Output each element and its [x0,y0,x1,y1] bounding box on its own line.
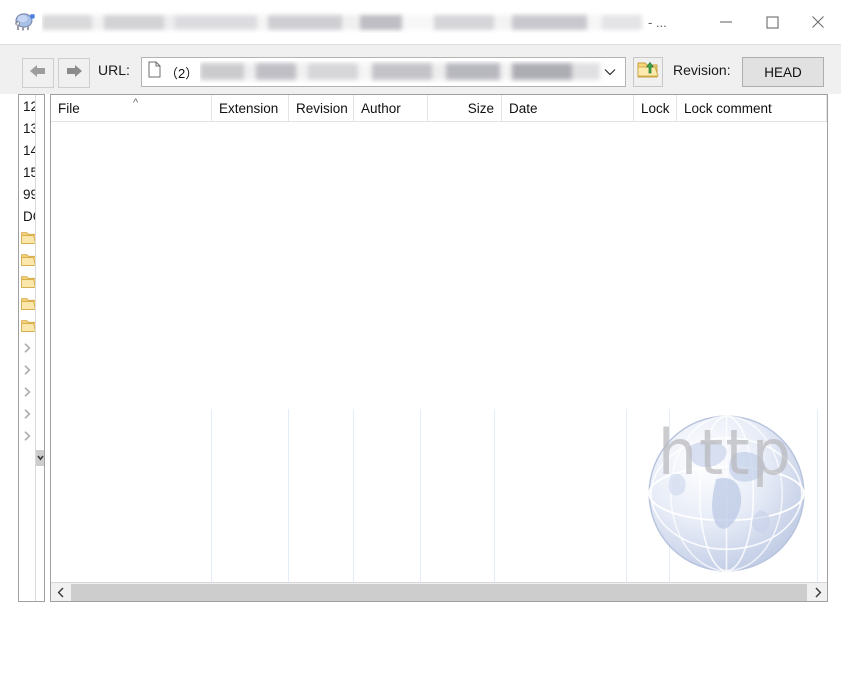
back-button[interactable] [22,58,54,88]
file-list-header: File ^ Extension Revision Author Size Date Lock… [51,95,827,122]
hscroll-thumb[interactable] [71,583,807,601]
column-grid-line [211,409,212,582]
url-prefix: （2） [165,65,199,81]
column-header-file[interactable]: File ^ [51,95,212,122]
window-title-redacted [42,14,642,30]
chevron-right-icon [814,587,821,597]
forward-button[interactable] [58,58,90,88]
tree-vertical-scrollbar[interactable] [35,95,44,601]
column-grid-line [494,409,495,582]
repository-browser-window: - ... URL: （2） Revision: HEAD 12 13 14 1… [0,0,841,676]
hscroll-right-button[interactable] [808,583,827,601]
close-button[interactable] [795,0,841,44]
chevron-right-icon [24,431,31,441]
document-icon [148,61,161,83]
folder-icon [21,320,36,332]
column-header-label: Extension [219,101,279,116]
column-grid-line [288,409,289,582]
column-header-extension[interactable]: Extension [212,95,289,122]
column-header-label: Lock [641,101,670,116]
revision-head-button[interactable]: HEAD [742,57,824,87]
maximize-button[interactable] [749,0,795,44]
column-header-date[interactable]: Date [502,95,634,122]
url-input[interactable]: （2） [141,57,626,87]
column-grid-line [817,409,818,582]
chevron-right-icon [24,343,31,353]
url-value-redacted [200,63,601,80]
tortoise-svn-icon [12,9,38,35]
folder-icon [21,254,36,266]
minimize-button[interactable] [703,0,749,44]
watermark-http-text: http [657,416,793,489]
column-header-label: Lock comment [684,101,772,116]
column-grid-line [353,409,354,582]
parent-folder-button[interactable] [633,57,663,87]
arrow-left-icon [28,63,48,84]
column-header-label: File [58,101,80,116]
column-grid-line [626,409,627,582]
arrow-right-icon [64,63,84,84]
window-title-ellipsis: - ... [648,14,667,30]
url-label: URL: [98,62,130,78]
tree-scroll-down-button[interactable] [36,450,44,466]
dialog-footer: 营维公司大屏 Showing 8 files and 5 folders, 13… [0,604,841,676]
chevron-right-icon [24,365,31,375]
revision-label: Revision: [673,62,731,78]
folder-icon [21,232,36,244]
column-header-label: Author [361,101,401,116]
folder-icon [21,276,36,288]
repository-tree-panel[interactable]: 1213141599DO [18,94,45,602]
file-list-horizontal-scrollbar[interactable] [51,582,827,601]
column-header-size[interactable]: Size [428,95,502,122]
window-controls [703,0,841,44]
column-grid-line [420,409,421,582]
column-header-author[interactable]: Author [354,95,428,122]
column-header-label: Revision [296,101,348,116]
window-title: - ... [42,11,703,33]
chevron-left-icon [57,587,64,597]
file-list-body[interactable]: http [51,122,827,582]
column-header-lock-comment[interactable]: Lock comment [677,95,827,122]
chevron-down-icon[interactable] [601,58,619,86]
title-bar: - ... [0,0,841,44]
folder-up-icon [637,60,659,84]
chevron-right-icon [24,387,31,397]
column-header-lock[interactable]: Lock [634,95,677,122]
url-value [200,61,625,83]
folder-icon [21,298,36,310]
chevron-down-icon [37,455,44,461]
repository-file-list-panel[interactable]: File ^ Extension Revision Author Size Date Lock… [50,94,828,602]
sort-ascending-icon: ^ [133,97,139,109]
column-header-label: Size [467,101,494,116]
column-header-label: Date [509,101,538,116]
column-header-revision[interactable]: Revision [289,95,354,122]
chevron-right-icon [24,409,31,419]
hscroll-left-button[interactable] [51,583,70,601]
